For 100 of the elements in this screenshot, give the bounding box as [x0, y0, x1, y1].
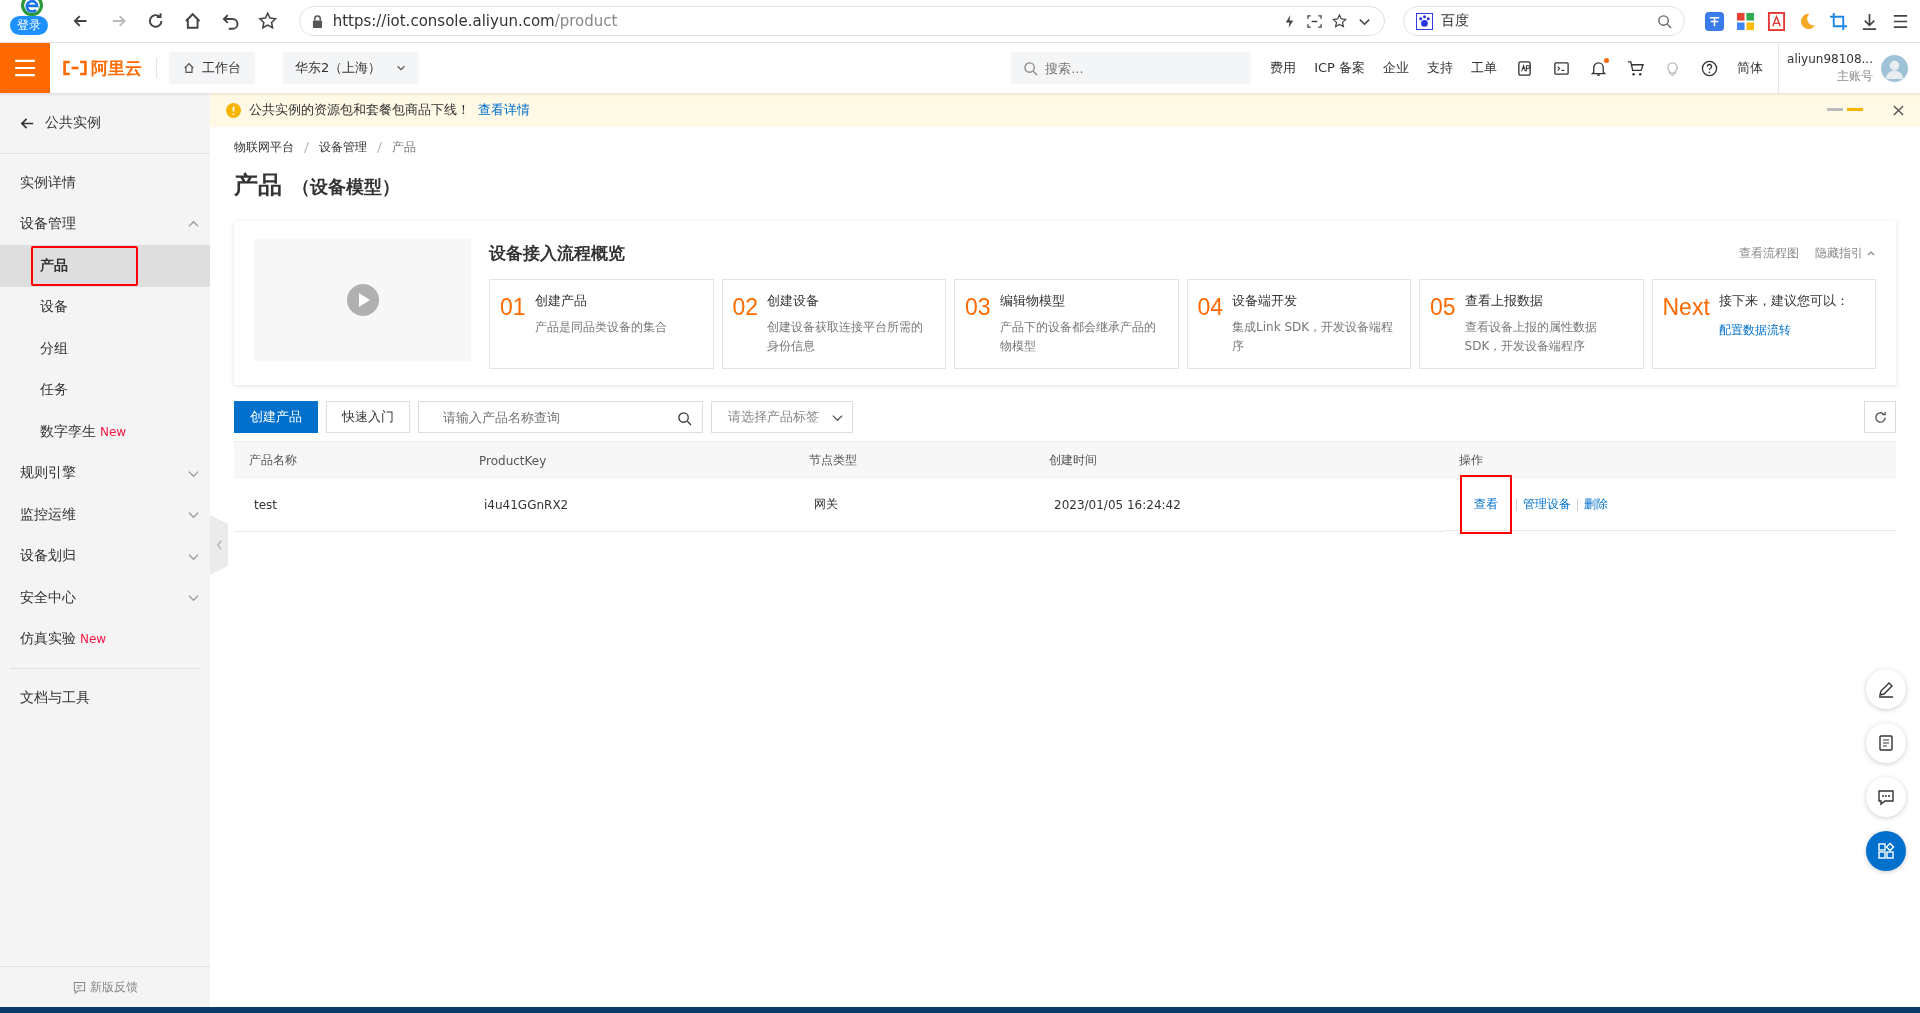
step-number: 02 — [732, 293, 759, 322]
translate-icon[interactable] — [1705, 11, 1724, 31]
book-button[interactable] — [1866, 723, 1906, 763]
step-description: 创建设备获取连接平台所需的身份信息 — [767, 319, 925, 355]
warning-icon — [226, 102, 241, 118]
star-icon[interactable] — [1332, 13, 1348, 29]
header-nav-link[interactable]: ICP 备案 — [1305, 59, 1375, 77]
paw-icon — [1416, 12, 1434, 30]
breadcrumb-link[interactable]: 设备管理 — [319, 138, 367, 156]
step-description: 查看设备上报的属性数据 SDK，开发设备端程序 — [1464, 319, 1598, 355]
apps-icon[interactable] — [1877, 842, 1895, 860]
create-product-button[interactable]: 创建产品 — [234, 401, 318, 433]
breadcrumb-link[interactable]: 物联网平台 — [234, 138, 294, 156]
column-header: 创建时间 — [1034, 441, 1444, 479]
page-title: 产品 — [234, 170, 282, 201]
table-cell: test — [234, 479, 464, 531]
cart-icon[interactable] — [1627, 59, 1645, 77]
action-link[interactable]: 管理设备 — [1523, 496, 1571, 513]
table-cell: 网关 — [794, 479, 1034, 531]
step-title: 创建设备 — [767, 292, 821, 310]
home-icon[interactable] — [183, 62, 195, 74]
sidebar-subitem[interactable]: 产品 — [0, 245, 210, 287]
close-icon[interactable] — [1893, 104, 1904, 116]
step-number: 01 — [500, 293, 526, 322]
sidebar-subitem[interactable]: 任务 — [0, 369, 210, 411]
pdf-icon[interactable] — [1767, 11, 1786, 31]
header-nav-link[interactable]: 企业 — [1374, 59, 1419, 77]
sidebar-item[interactable]: 监控运维 — [0, 494, 210, 536]
apps-button[interactable] — [1866, 831, 1906, 871]
screenshot-icon[interactable] — [1307, 13, 1323, 29]
guide-link[interactable]: 查看流程图 — [1739, 244, 1799, 262]
step-description: 集成Link SDK，开发设备端程序 — [1232, 319, 1395, 355]
column-header: 操作 — [1444, 441, 1896, 479]
browser-logo-icon[interactable] — [19, 0, 45, 17]
user-name[interactable]: aliyun98108... — [1787, 51, 1873, 68]
lock-icon[interactable] — [311, 14, 323, 28]
step-title: 创建产品 — [534, 292, 588, 310]
guide-link[interactable]: 隐藏指引 — [1815, 244, 1876, 262]
crop-icon[interactable] — [1829, 11, 1848, 31]
step-number: 04 — [1197, 293, 1224, 322]
sidebar-item[interactable]: 仿真实验 New — [0, 618, 210, 660]
page-subtitle: （设备模型） — [292, 175, 400, 199]
notice-text: 公共实例的资源包和套餐包商品下线！ — [249, 101, 470, 119]
column-header: 产品名称 — [234, 441, 464, 479]
step-description: 产品下的设备都会继承产品的物模型 — [999, 319, 1157, 355]
chat-button[interactable] — [1866, 777, 1906, 817]
chat-icon[interactable] — [1877, 788, 1895, 806]
help-icon[interactable] — [1701, 59, 1719, 77]
apps-grid-icon[interactable] — [1736, 11, 1755, 31]
sidebar-item[interactable]: 规则引擎 — [0, 452, 210, 494]
account-type: 主账号 — [1837, 68, 1873, 85]
sidebar-item[interactable]: 文档与工具 — [0, 677, 210, 719]
edit-button[interactable] — [1866, 669, 1906, 709]
breadcrumb-link[interactable]: 产品 — [392, 138, 416, 156]
sidebar-item[interactable]: 实例详情 — [0, 162, 210, 204]
tag-select[interactable]: 请选择产品标签 — [711, 401, 853, 433]
home-icon[interactable] — [183, 11, 203, 31]
menu-button[interactable] — [0, 43, 50, 93]
action-link[interactable]: 删除 — [1584, 496, 1608, 513]
header-nav-link[interactable]: 费用 — [1261, 59, 1306, 77]
refresh-button[interactable] — [1864, 401, 1896, 433]
step-title: 接下来，建议您可以： — [1718, 292, 1849, 310]
sidebar-item[interactable]: 设备管理 — [0, 203, 210, 245]
header-nav-link[interactable]: 工单 — [1462, 59, 1507, 77]
step-number: Next — [1662, 293, 1710, 322]
step-title: 编辑物模型 — [999, 292, 1066, 310]
feedback-icon[interactable] — [72, 980, 86, 994]
table-cell: i4u41GGnRX2 — [464, 479, 794, 531]
api-icon[interactable] — [1516, 59, 1534, 77]
sidebar-subitem[interactable]: 数字孪生 New — [0, 411, 210, 453]
search-icon[interactable] — [677, 411, 692, 426]
terminal-icon[interactable] — [1553, 59, 1571, 77]
workbench-button[interactable]: 工作台 — [169, 52, 255, 84]
region-dropdown[interactable]: 华东2（上海） — [283, 52, 420, 84]
download-icon[interactable] — [1860, 11, 1879, 31]
sidebar-subitem[interactable]: 分组 — [0, 328, 210, 370]
logo-icon — [62, 60, 88, 76]
quick-start-button[interactable]: 快速入门 — [326, 401, 410, 433]
language-link[interactable]: 简体 — [1728, 59, 1773, 77]
sidebar-item[interactable]: 设备划归 — [0, 535, 210, 577]
step-description: 产品是同品类设备的集合 — [534, 319, 667, 336]
notice-link[interactable]: 查看详情 — [478, 101, 530, 119]
console-search-field[interactable]: 搜索... — [1011, 52, 1252, 84]
column-header: 节点类型 — [794, 441, 1034, 479]
action-link[interactable]: 查看 — [1462, 477, 1510, 532]
star-icon[interactable] — [258, 11, 278, 31]
pencil-icon[interactable] — [1877, 680, 1895, 698]
sidebar-item[interactable]: 安全中心 — [0, 577, 210, 619]
step-number: 03 — [965, 293, 991, 322]
column-header: ProductKey — [464, 441, 794, 479]
header-nav-link[interactable]: 支持 — [1418, 59, 1463, 77]
refresh-icon[interactable] — [1872, 409, 1888, 425]
guide-title: 设备接入流程概览 — [489, 241, 625, 265]
step-link[interactable]: 配置数据流转 — [1718, 322, 1849, 339]
bell-icon[interactable] — [1590, 59, 1608, 77]
sidebar-subitem[interactable]: 设备 — [0, 286, 210, 328]
step-number: 05 — [1430, 293, 1456, 322]
step-title: 查看上报数据 — [1464, 292, 1544, 310]
table-cell: 2023/01/05 16:24:42 — [1034, 479, 1444, 531]
document-icon[interactable] — [1877, 734, 1895, 752]
